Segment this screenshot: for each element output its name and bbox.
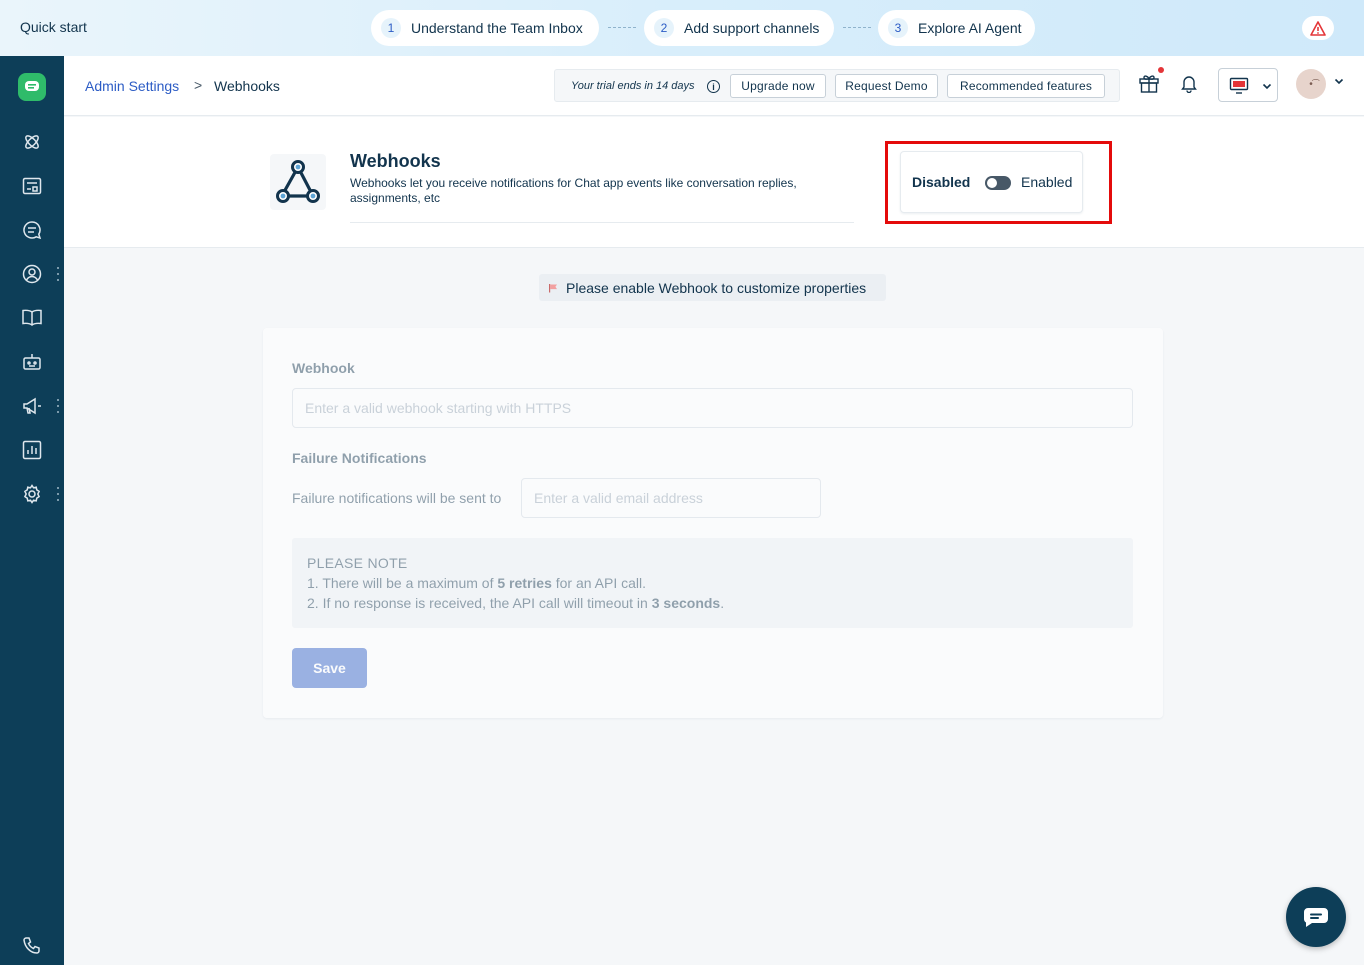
more-dots-icon[interactable] (55, 399, 61, 413)
quick-start-step-3[interactable]: 3 Explore AI Agent (878, 10, 1035, 46)
upgrade-now-button[interactable]: Upgrade now (730, 74, 826, 98)
note-line-2: 2. If no response is received, the API c… (307, 595, 725, 611)
toggle-knob (987, 178, 997, 188)
note-line-1: 1. There will be a maximum of 5 retries … (307, 575, 647, 591)
webhook-label: Webhook (292, 360, 355, 376)
bar-chart-icon (22, 440, 42, 460)
please-note-box: PLEASE NOTE 1. There will be a maximum o… (292, 538, 1133, 628)
app-logo[interactable] (18, 73, 46, 101)
toggle-enabled-label: Enabled (1021, 174, 1073, 190)
step-label: Add support channels (684, 20, 820, 36)
left-sidebar (0, 56, 64, 965)
availability-status-dropdown[interactable] (1218, 68, 1278, 102)
enable-webhook-warning: Please enable Webhook to customize prope… (539, 274, 886, 301)
warning-text: Please enable Webhook to customize prope… (566, 279, 867, 296)
sidebar-item-analytics[interactable] (20, 438, 44, 462)
webhook-url-input[interactable] (292, 388, 1133, 428)
note-title: PLEASE NOTE (307, 555, 408, 571)
webhook-icon (270, 154, 326, 210)
sent-to-label: Failure notifications will be sent to (292, 490, 502, 506)
failure-notifications-label: Failure Notifications (292, 450, 427, 466)
page-title: Webhooks (350, 151, 441, 171)
toggle-disabled-label: Disabled (912, 174, 971, 190)
gift-icon[interactable] (1138, 72, 1160, 94)
request-demo-button[interactable]: Request Demo (835, 74, 938, 98)
save-button[interactable]: Save (292, 648, 367, 688)
sidebar-item-inbox[interactable] (20, 174, 44, 198)
sidebar-item-knowledge-base[interactable] (20, 306, 44, 330)
breadcrumb-admin-settings[interactable]: Admin Settings (85, 78, 179, 94)
bot-icon (23, 354, 41, 370)
webhooks-feature-header: Webhooks Webhooks let you receive notifi… (64, 117, 1364, 248)
chevron-down-icon (1262, 83, 1272, 90)
webhook-enable-toggle[interactable] (985, 176, 1011, 190)
notification-dot (1158, 67, 1164, 73)
page-header: Admin Settings > Webhooks Your trial end… (64, 56, 1364, 116)
breadcrumb-current: Webhooks (214, 78, 280, 94)
inbox-icon (22, 177, 42, 195)
more-dots-icon[interactable] (55, 267, 61, 281)
flag-icon (549, 283, 557, 292)
sidebar-item-contacts[interactable] (20, 262, 44, 286)
quick-start-bar: Quick start 1 Understand the Team Inbox … (0, 0, 1364, 56)
sidebar-item-campaigns[interactable] (20, 394, 44, 418)
more-dots-icon[interactable] (55, 487, 61, 501)
warning-icon (1310, 20, 1326, 36)
gear-icon (23, 484, 41, 504)
sidebar-item-settings[interactable] (20, 482, 44, 506)
alert-button[interactable] (1302, 16, 1334, 40)
chat-bubble-icon (23, 221, 42, 240)
step-label: Explore AI Agent (918, 20, 1022, 36)
sidebar-item-bots[interactable] (20, 350, 44, 374)
chat-widget-button[interactable] (1286, 887, 1346, 947)
sidebar-item-ai[interactable] (20, 130, 44, 154)
step-number: 1 (381, 18, 401, 38)
atom-icon (25, 135, 39, 149)
sidebar-item-conversations[interactable] (20, 218, 44, 242)
user-circle-icon (22, 264, 42, 284)
breadcrumb-separator: > (194, 77, 203, 93)
quick-start-step-1[interactable]: 1 Understand the Team Inbox (371, 10, 599, 46)
chat-logo-icon (25, 81, 39, 91)
recommended-features-button[interactable]: Recommended features (947, 74, 1105, 98)
sidebar-item-phone[interactable] (20, 934, 44, 958)
chevron-down-icon[interactable] (1334, 78, 1344, 85)
megaphone-icon (23, 397, 41, 415)
webhook-settings-card: Webhook Failure Notifications Failure no… (263, 328, 1163, 718)
avatar-initials: •͡ (1309, 78, 1313, 90)
step-connector (843, 27, 871, 28)
step-number: 3 (888, 18, 908, 38)
quick-start-title: Quick start (20, 19, 87, 35)
trial-banner: Your trial ends in 14 days i Upgrade now… (554, 69, 1120, 102)
webhook-toggle-card: Disabled Enabled (900, 151, 1083, 213)
info-icon[interactable]: i (707, 80, 720, 93)
failure-email-input[interactable] (521, 478, 821, 518)
phone-icon (23, 937, 40, 954)
book-icon (22, 309, 42, 326)
step-number: 2 (654, 18, 674, 38)
step-label: Understand the Team Inbox (411, 20, 583, 36)
quick-start-step-2[interactable]: 2 Add support channels (644, 10, 834, 46)
trial-text: Your trial ends in 14 days (571, 80, 695, 92)
divider (350, 222, 854, 223)
bell-icon[interactable] (1179, 73, 1199, 93)
step-connector (608, 27, 636, 28)
chat-bubble-icon (1303, 908, 1328, 927)
monitor-icon (1229, 77, 1249, 94)
user-avatar[interactable]: •͡ (1296, 69, 1326, 99)
page-description: Webhooks let you receive notifications f… (350, 176, 797, 205)
